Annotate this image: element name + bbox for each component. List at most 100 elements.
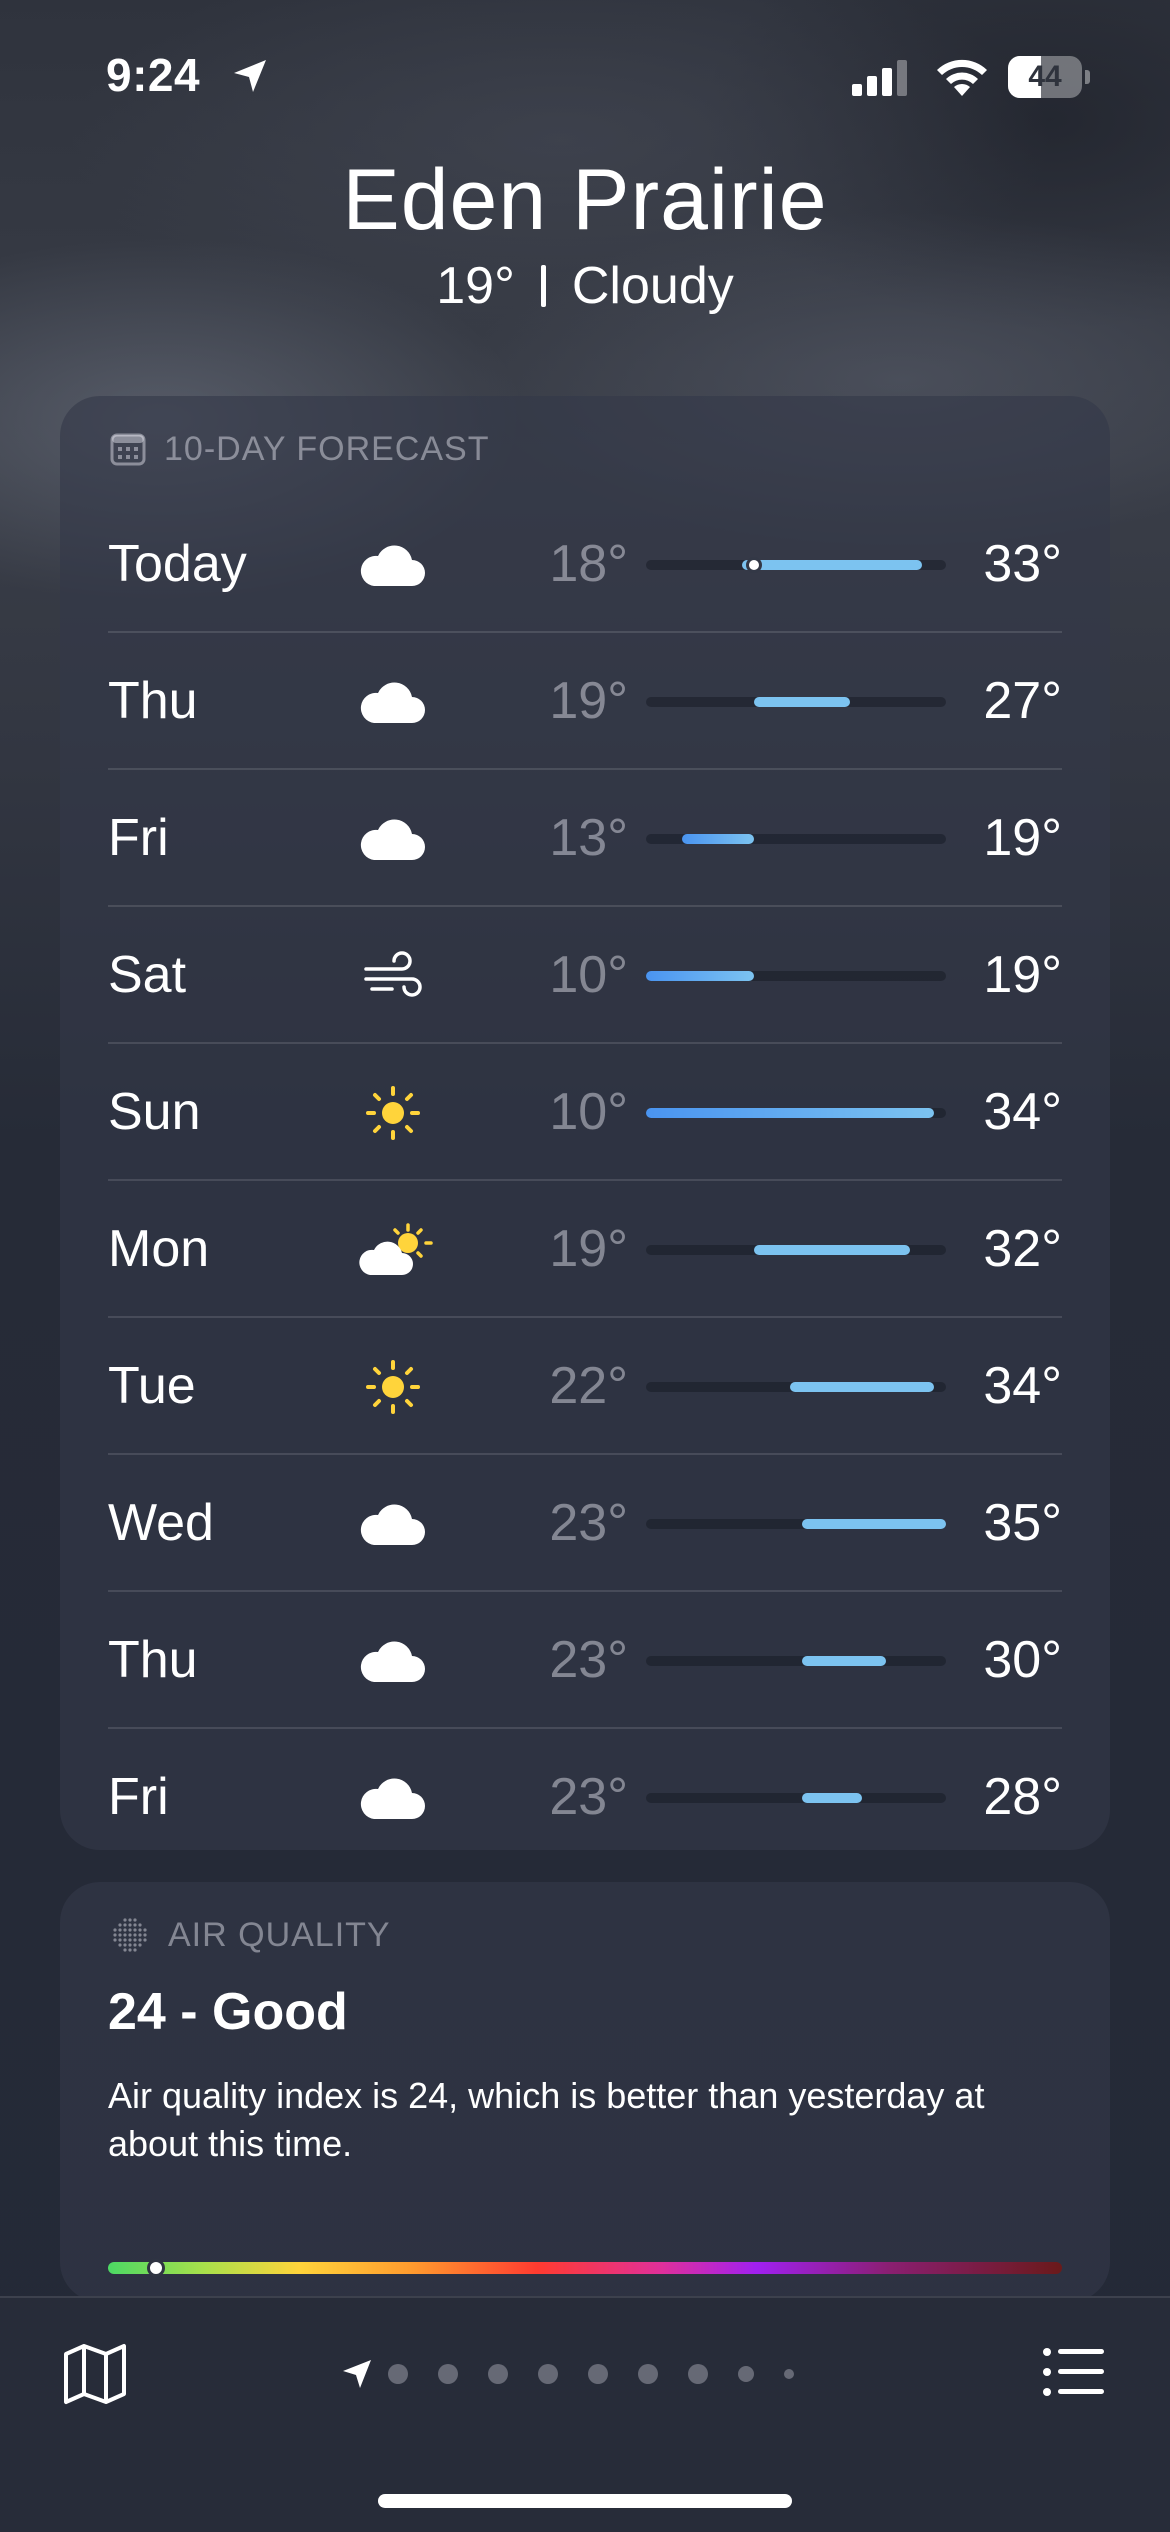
forecast-low: 19° [549,672,628,730]
wind-icon [358,945,428,1007]
forecast-low: 23° [549,1768,628,1826]
current-temperature-marker [746,557,762,573]
forecast-high: 35° [983,1494,1062,1552]
page-dot[interactable] [688,2364,708,2384]
forecast-high: 19° [983,809,1062,867]
air-quality-card-label: AIR QUALITY [110,1912,391,1958]
page-dot[interactable] [588,2364,608,2384]
temperature-range-track [646,1245,946,1255]
page-dot[interactable] [738,2366,754,2382]
cloud-icon [358,534,428,596]
page-dot[interactable] [488,2364,508,2384]
page-dot[interactable] [784,2369,794,2379]
forecast-low: 13° [549,809,628,867]
air-quality-description: Air quality index is 24, which is better… [108,2075,985,2164]
forecast-row[interactable]: Wed 23° 35° [108,1455,1062,1592]
forecast-row[interactable]: Fri 23° 28° [108,1729,1062,1866]
current-location-arrow-icon[interactable] [340,2357,374,2391]
city-name: Eden Prairie [342,152,828,248]
cloud-icon [358,1493,428,1555]
wifi-icon [937,59,987,96]
forecast-row[interactable]: Tue 22° 34° [108,1318,1062,1455]
air-quality-value: 24 - Good [108,1983,348,2041]
air-quality-card[interactable]: AIR QUALITY 24 - Good Air quality index … [60,1882,1110,2302]
home-indicator[interactable] [378,2494,792,2508]
page-dot[interactable] [538,2364,558,2384]
temperature-range-bar [742,560,922,570]
location-arrow-icon [234,60,266,92]
sun-icon [358,1356,428,1418]
forecast-high: 28° [983,1768,1062,1826]
temperature-range-track [646,834,946,844]
air-quality-indicator [146,2259,165,2277]
battery-body: 44 [1008,56,1082,98]
forecast-low: 23° [549,1494,628,1552]
forecast-row[interactable]: Thu 19° 27° [108,633,1062,770]
temperature-range-bar [802,1656,886,1666]
calendar-icon [110,433,146,466]
location-page-indicator[interactable] [340,2354,794,2394]
temperature-range-bar [790,1382,934,1392]
temperature-range-bar [646,1108,934,1118]
page-dot[interactable] [388,2364,408,2384]
forecast-row[interactable]: Sat 10° 19° [108,907,1062,1044]
forecast-low: 10° [549,1083,628,1141]
temperature-range-bar [754,1245,910,1255]
forecast-day: Thu [108,672,198,730]
page-dot[interactable] [438,2364,458,2384]
forecast-day: Tue [108,1357,196,1415]
forecast-row[interactable]: Mon 19° 32° [108,1181,1062,1318]
air-quality-scale [108,2259,1062,2277]
forecast-row[interactable]: Fri 13° 19° [108,770,1062,907]
page-dot[interactable] [638,2364,658,2384]
sun-icon [358,1082,428,1144]
temperature-range-track [646,1382,946,1392]
map-icon[interactable] [62,2342,128,2406]
forecast-day: Thu [108,1631,198,1689]
ten-day-forecast-card[interactable]: 10-DAY FORECAST Today 18° 33° Thu 19° 27° Fri 1… [60,396,1110,1850]
forecast-row[interactable]: Today 18° 33° [108,496,1062,633]
list-icon[interactable] [1042,2346,1106,2398]
forecast-high: 32° [983,1220,1062,1278]
battery-indicator: 44 [1008,56,1090,98]
forecast-day: Fri [108,1768,169,1826]
forecast-low: 23° [549,1631,628,1689]
temperature-range-track [646,697,946,707]
forecast-high: 19° [983,946,1062,1004]
forecast-high: 27° [983,672,1062,730]
air-quality-label-text: AIR QUALITY [168,1915,391,1954]
temperature-range-bar [682,834,754,844]
separator [540,265,546,307]
forecast-low: 22° [549,1357,628,1415]
temperature-range-bar [646,971,754,981]
location-header: Eden Prairie 19° Cloudy [0,150,1170,316]
status-time: 9:24 [106,49,201,101]
forecast-day: Wed [108,1494,214,1552]
current-conditions: 19° Cloudy [0,256,1170,316]
partly-sunny-icon [358,1219,433,1281]
forecast-high: 34° [983,1357,1062,1415]
forecast-day: Sun [108,1083,201,1141]
temperature-range-bar [754,697,850,707]
forecast-high: 34° [983,1083,1062,1141]
current-temperature: 19° [436,257,515,315]
forecast-row[interactable]: Sun 10° 34° [108,1044,1062,1181]
cloud-icon [358,1630,428,1692]
battery-cap [1085,70,1090,84]
forecast-row[interactable]: Thu 23° 30° [108,1592,1062,1729]
forecast-day: Fri [108,809,169,867]
forecast-day: Mon [108,1220,210,1278]
forecast-high: 30° [983,1631,1062,1689]
cloud-icon [358,1767,428,1829]
temperature-range-bar [802,1793,862,1803]
temperature-range-track [646,1108,946,1118]
temperature-range-track [646,971,946,981]
forecast-high: 33° [983,535,1062,593]
forecast-day: Sat [108,946,187,1004]
status-bar: 9:24 44 [0,0,1170,150]
forecast-low: 10° [549,946,628,1004]
temperature-range-track [646,1519,946,1529]
current-condition: Cloudy [571,257,734,315]
forecast-card-label: 10-DAY FORECAST [110,426,489,472]
forecast-low: 19° [549,1220,628,1278]
